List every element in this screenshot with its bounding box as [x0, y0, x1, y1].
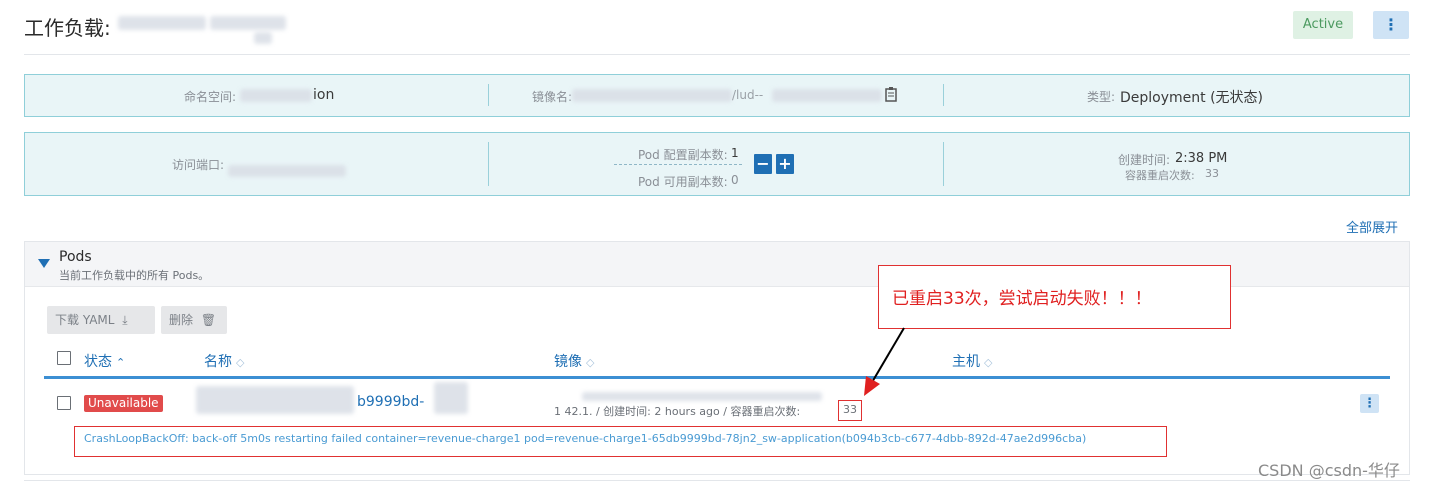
select-all-checkbox[interactable] — [57, 351, 71, 365]
table-header-underline — [44, 376, 1390, 379]
image-label: 镜像名: — [532, 90, 573, 104]
column-header-host[interactable]: 主机 ◇ — [952, 351, 992, 371]
sort-icon: ⌃ — [116, 356, 126, 369]
pods-title: Pods — [59, 249, 92, 265]
redacted-workload-name — [118, 16, 206, 30]
vertical-ellipsis-icon[interactable]: ⋮ — [1373, 11, 1409, 39]
bottom-divider — [24, 480, 1410, 481]
delete-label: 删除 — [169, 313, 194, 327]
redacted-image-2 — [772, 89, 882, 102]
divider — [943, 142, 944, 186]
namespace-label: 命名空间: — [184, 90, 237, 104]
delete-button[interactable]: 删除 🗑 — [161, 306, 227, 334]
replicas-available-label: Pod 可用副本数: — [638, 175, 728, 189]
replicas-config-value: 1 — [731, 146, 739, 160]
status-badge-unavailable: Unavailable — [84, 395, 163, 412]
restart-count-highlight — [838, 400, 862, 421]
header-divider — [24, 54, 1410, 55]
annotation-arrow — [864, 327, 905, 396]
download-yaml-button[interactable]: 下载 YAML ⤓ — [47, 306, 155, 334]
clipboard-icon[interactable] — [884, 86, 900, 102]
sort-icon: ◇ — [984, 356, 993, 369]
redacted-image-name — [582, 392, 822, 401]
divider — [943, 84, 944, 106]
column-name-label: 名称 — [204, 354, 232, 370]
redacted-namespace — [240, 89, 312, 102]
row-actions-ellipsis-icon[interactable]: ⋮ — [1360, 394, 1379, 413]
decrement-replicas-button[interactable]: − — [754, 154, 772, 174]
redacted-workload-name-3 — [254, 32, 272, 44]
pod-image-meta: 1 42.1. / 创建时间: 2 hours ago / 容器重启次数: — [554, 405, 801, 418]
download-yaml-label: 下载 YAML — [55, 313, 115, 327]
error-message: CrashLoopBackOff: back-off 5m0s restarti… — [84, 432, 1087, 445]
redacted-workload-name-2 — [210, 16, 286, 30]
trash-icon: 🗑 — [200, 313, 217, 327]
column-header-status[interactable]: 状态 ⌃ — [84, 351, 125, 371]
pods-subtitle: 当前工作负载中的所有 Pods。 — [59, 269, 210, 282]
divider — [488, 142, 489, 186]
type-label: 类型: — [1087, 90, 1116, 104]
status-badge: Active — [1293, 11, 1353, 39]
expand-all-link[interactable]: 全部展开 — [1346, 217, 1398, 236]
sort-icon: ◇ — [586, 356, 595, 369]
dashed-divider — [614, 164, 742, 165]
image-value: /lud-- — [732, 88, 764, 102]
annotation-text: 已重启33次，尝试启动失败！！！ — [892, 289, 1152, 309]
watermark: CSDN @csdn-华仔 — [1258, 461, 1400, 480]
column-host-label: 主机 — [952, 354, 980, 370]
type-value: Deployment (无状态) — [1120, 90, 1264, 106]
redacted-image — [572, 89, 732, 102]
restarts-label: 容器重启次数: — [1125, 169, 1195, 182]
restarts-value: 33 — [1205, 167, 1219, 180]
replicas-available-value: 0 — [731, 173, 739, 187]
redacted-pod-name — [196, 386, 354, 414]
column-header-name[interactable]: 名称 ◇ — [204, 351, 244, 371]
created-value: 2:38 PM — [1175, 151, 1228, 166]
replicas-config-label: Pod 配置副本数: — [638, 148, 728, 162]
port-label: 访问端口: — [172, 158, 225, 172]
row-checkbox[interactable] — [57, 396, 71, 410]
sort-icon: ◇ — [236, 356, 245, 369]
download-icon: ⤓ — [122, 313, 128, 327]
namespace-value: ion — [313, 87, 335, 103]
increment-replicas-button[interactable]: + — [776, 154, 794, 174]
pod-name-link[interactable]: b9999bd- — [357, 394, 424, 410]
column-status-label: 状态 — [84, 354, 112, 370]
redacted-pod-name-2 — [434, 382, 468, 414]
collapse-caret-icon[interactable] — [38, 259, 50, 268]
page-title: 工作负载: — [24, 16, 111, 40]
column-header-image[interactable]: 镜像 ◇ — [554, 351, 594, 371]
created-label: 创建时间: — [1118, 153, 1171, 167]
redacted-port — [228, 165, 346, 177]
divider — [488, 84, 489, 106]
column-image-label: 镜像 — [554, 354, 582, 370]
